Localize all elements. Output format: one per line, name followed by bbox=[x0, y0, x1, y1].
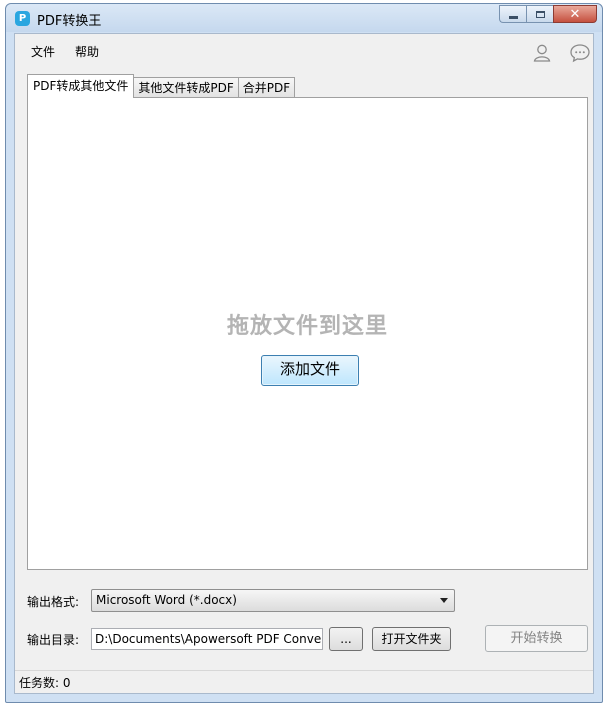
menu-help[interactable]: 帮助 bbox=[75, 43, 99, 60]
task-count: 任务数: 0 bbox=[19, 676, 71, 690]
chat-bubble-icon[interactable] bbox=[569, 42, 591, 64]
output-dir-input[interactable]: D:\Documents\Apowersoft PDF Converter bbox=[91, 628, 323, 650]
minimize-icon bbox=[508, 15, 518, 19]
output-format-select[interactable]: Microsoft Word (*.docx) bbox=[91, 589, 455, 612]
close-button[interactable]: ✕ bbox=[553, 5, 597, 23]
close-icon: ✕ bbox=[569, 6, 581, 22]
title-bar[interactable]: P PDF转换王 ✕ bbox=[6, 4, 602, 32]
maximize-button[interactable] bbox=[526, 5, 553, 23]
browse-button[interactable]: ... bbox=[329, 627, 363, 651]
add-file-button[interactable]: 添加文件 bbox=[261, 355, 359, 386]
client-area: 文件 帮助 PDF转成其他文件 其他文件转成PDF 合并PDF 拖放文件到这里 … bbox=[14, 33, 594, 694]
open-folder-button[interactable]: 打开文件夹 bbox=[372, 627, 451, 651]
chevron-down-icon bbox=[440, 598, 448, 603]
drop-hint: 拖放文件到这里 bbox=[226, 314, 388, 339]
tab-pdf-to-other[interactable]: PDF转成其他文件 bbox=[27, 74, 135, 98]
output-format-value: Microsoft Word (*.docx) bbox=[96, 593, 237, 607]
start-convert-button[interactable]: 开始转换 bbox=[485, 625, 588, 652]
minimize-button[interactable] bbox=[499, 5, 526, 23]
tab-other-to-pdf[interactable]: 其他文件转成PDF bbox=[134, 77, 239, 98]
file-drop-zone[interactable]: 拖放文件到这里 添加文件 bbox=[27, 97, 588, 570]
output-format-label: 输出格式: bbox=[27, 595, 80, 609]
app-logo-icon: P bbox=[15, 11, 30, 26]
output-dir-label: 输出目录: bbox=[27, 633, 80, 647]
caption-buttons: ✕ bbox=[499, 5, 597, 25]
user-icon[interactable] bbox=[531, 42, 553, 64]
window-title: PDF转换王 bbox=[37, 14, 102, 29]
status-bar: 任务数: 0 bbox=[15, 670, 593, 693]
menu-file[interactable]: 文件 bbox=[31, 43, 55, 60]
maximize-icon bbox=[535, 10, 545, 18]
menu-bar: 文件 帮助 bbox=[15, 34, 593, 66]
app-window: P PDF转换王 ✕ 文件 帮助 PDF转成其他文件 其他文件转成PDF 合并P… bbox=[5, 3, 603, 703]
tab-strip: PDF转成其他文件 其他文件转成PDF 合并PDF bbox=[27, 74, 296, 98]
tab-merge-pdf[interactable]: 合并PDF bbox=[238, 77, 296, 98]
